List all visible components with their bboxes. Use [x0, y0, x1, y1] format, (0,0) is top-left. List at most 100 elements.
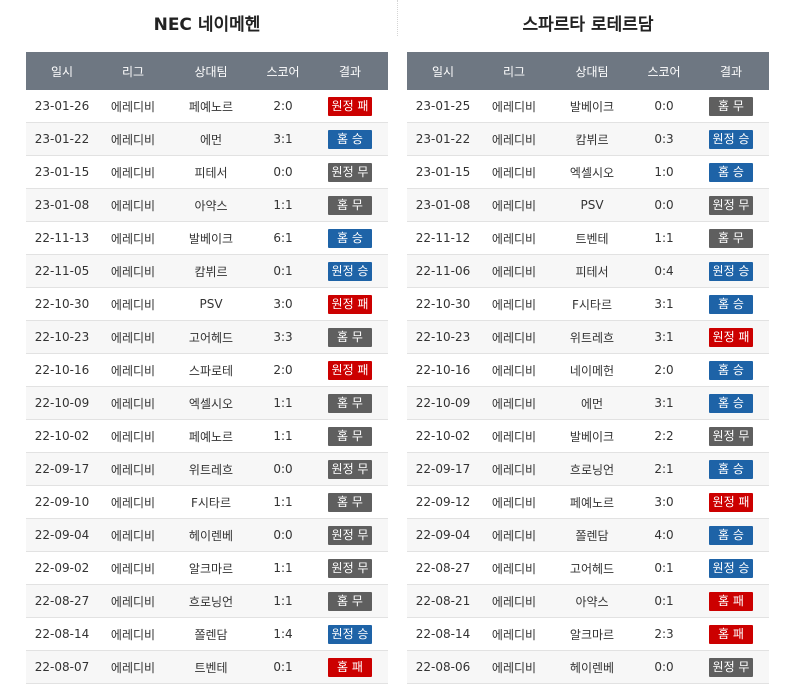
league-cell: 에레디비: [98, 221, 168, 255]
opponent-cell: 위트레흐: [168, 452, 254, 486]
result-cell: 원정 승: [312, 254, 388, 288]
opponent-cell: 엑셀시오: [549, 155, 635, 189]
column-header-date: 일시: [407, 52, 479, 90]
table-row: 23-01-15 에레디비 엑셀시오 1:0 홈 승: [407, 155, 769, 189]
score-cell: 2:1: [635, 452, 693, 486]
result-badge: 홈 승: [709, 162, 753, 182]
table-row: 23-01-08 에레디비 PSV 0:0 원정 무: [407, 188, 769, 222]
league-cell: 에레디비: [479, 188, 549, 222]
result-cell: 원정 무: [693, 419, 769, 453]
result-cell: 홈 무: [312, 188, 388, 222]
match-date-cell: 23-01-15: [26, 155, 98, 189]
team-title: NEC 네이메헨: [153, 15, 261, 35]
table-header: 일시 리그 상대팀 스코어 결과: [407, 52, 769, 90]
match-date-cell: 22-10-16: [26, 353, 98, 387]
table-row: 22-10-02 에레디비 발베이크 2:2 원정 무: [407, 419, 769, 453]
score-cell: 3:1: [635, 386, 693, 420]
result-cell: 홈 승: [693, 518, 769, 552]
league-cell: 에레디비: [479, 122, 549, 156]
score-cell: 3:0: [635, 485, 693, 519]
result-cell: 홈 승: [693, 155, 769, 189]
league-cell: 에레디비: [479, 90, 549, 123]
opponent-cell: 헤이렌베: [168, 518, 254, 552]
result-badge: 홈 무: [709, 228, 753, 248]
match-date-cell: 22-11-06: [407, 254, 479, 288]
league-cell: 에레디비: [98, 617, 168, 651]
league-cell: 에레디비: [98, 320, 168, 354]
league-cell: 에레디비: [479, 386, 549, 420]
table-row: 22-09-17 에레디비 위트레흐 0:0 원정 무: [26, 452, 388, 486]
result-badge: 원정 승: [328, 624, 372, 644]
match-date-cell: 22-11-13: [26, 221, 98, 255]
opponent-cell: F시타르: [168, 485, 254, 519]
table-row: 22-09-02 에레디비 알크마르 1:1 원정 무: [26, 551, 388, 585]
opponent-cell: 흐로닝언: [549, 452, 635, 486]
result-cell: 홈 승: [693, 353, 769, 387]
result-cell: 홈 무: [312, 584, 388, 618]
score-cell: 4:0: [635, 518, 693, 552]
match-date-cell: 23-01-26: [26, 90, 98, 123]
table-row: 22-11-06 에레디비 피테서 0:4 원정 승: [407, 254, 769, 288]
league-cell: 에레디비: [98, 188, 168, 222]
away-team-panel: 스파르타 로테르담 일시 리그 상대팀 스코어 결과 23-01-25 에레디비 발…: [407, 0, 769, 684]
result-cell: 홈 무: [312, 485, 388, 519]
score-cell: 1:1: [254, 551, 312, 585]
opponent-cell: 피테서: [549, 254, 635, 288]
score-cell: 1:1: [635, 221, 693, 255]
result-cell: 홈 승: [693, 287, 769, 321]
table-row: 22-08-27 에레디비 고어헤드 0:1 원정 승: [407, 551, 769, 585]
match-date-cell: 22-10-02: [26, 419, 98, 453]
match-date-cell: 22-10-30: [26, 287, 98, 321]
result-badge: 홈 무: [328, 327, 372, 347]
match-date-cell: 22-10-02: [407, 419, 479, 453]
match-date-cell: 22-09-17: [407, 452, 479, 486]
result-badge: 홈 무: [328, 393, 372, 413]
result-badge: 홈 승: [709, 393, 753, 413]
table-row: 22-10-23 에레디비 위트레흐 3:1 원정 패: [407, 320, 769, 354]
column-header-score: 스코어: [635, 52, 693, 90]
panel-divider: [397, 0, 398, 36]
table-row: 23-01-26 에레디비 페예노르 2:0 원정 패: [26, 90, 388, 123]
score-cell: 1:1: [254, 188, 312, 222]
result-cell: 원정 패: [693, 485, 769, 519]
result-cell: 원정 패: [312, 353, 388, 387]
league-cell: 에레디비: [479, 419, 549, 453]
column-header-score: 스코어: [254, 52, 312, 90]
result-badge: 홈 승: [709, 459, 753, 479]
opponent-cell: 에먼: [168, 122, 254, 156]
result-badge: 원정 무: [709, 195, 753, 215]
league-cell: 에레디비: [98, 551, 168, 585]
result-badge: 홈 패: [709, 591, 753, 611]
match-date-cell: 22-10-09: [407, 386, 479, 420]
result-cell: 원정 패: [693, 320, 769, 354]
score-cell: 2:0: [635, 353, 693, 387]
league-cell: 에레디비: [479, 518, 549, 552]
opponent-cell: 고어헤드: [549, 551, 635, 585]
table-row: 23-01-15 에레디비 피테서 0:0 원정 무: [26, 155, 388, 189]
match-date-cell: 22-10-16: [407, 353, 479, 387]
result-cell: 홈 승: [693, 452, 769, 486]
score-cell: 0:0: [254, 452, 312, 486]
score-cell: 2:0: [254, 90, 312, 123]
score-cell: 0:0: [254, 518, 312, 552]
team-title: 스파르타 로테르담: [522, 15, 654, 35]
score-cell: 0:0: [635, 90, 693, 123]
league-cell: 에레디비: [98, 254, 168, 288]
score-cell: 1:1: [254, 419, 312, 453]
opponent-cell: 스파로테: [168, 353, 254, 387]
opponent-cell: 쫄렌담: [168, 617, 254, 651]
match-date-cell: 22-10-09: [26, 386, 98, 420]
result-cell: 원정 무: [312, 518, 388, 552]
opponent-cell: 엑셀시오: [168, 386, 254, 420]
match-date-cell: 23-01-22: [407, 122, 479, 156]
league-cell: 에레디비: [479, 287, 549, 321]
opponent-cell: 페예노르: [549, 485, 635, 519]
result-badge: 홈 패: [328, 657, 372, 677]
match-date-cell: 22-09-12: [407, 485, 479, 519]
result-cell: 원정 무: [693, 650, 769, 684]
table-header: 일시 리그 상대팀 스코어 결과: [26, 52, 388, 90]
score-cell: 3:1: [254, 122, 312, 156]
match-date-cell: 22-08-27: [407, 551, 479, 585]
league-cell: 에레디비: [98, 386, 168, 420]
column-header-result: 결과: [312, 52, 388, 90]
